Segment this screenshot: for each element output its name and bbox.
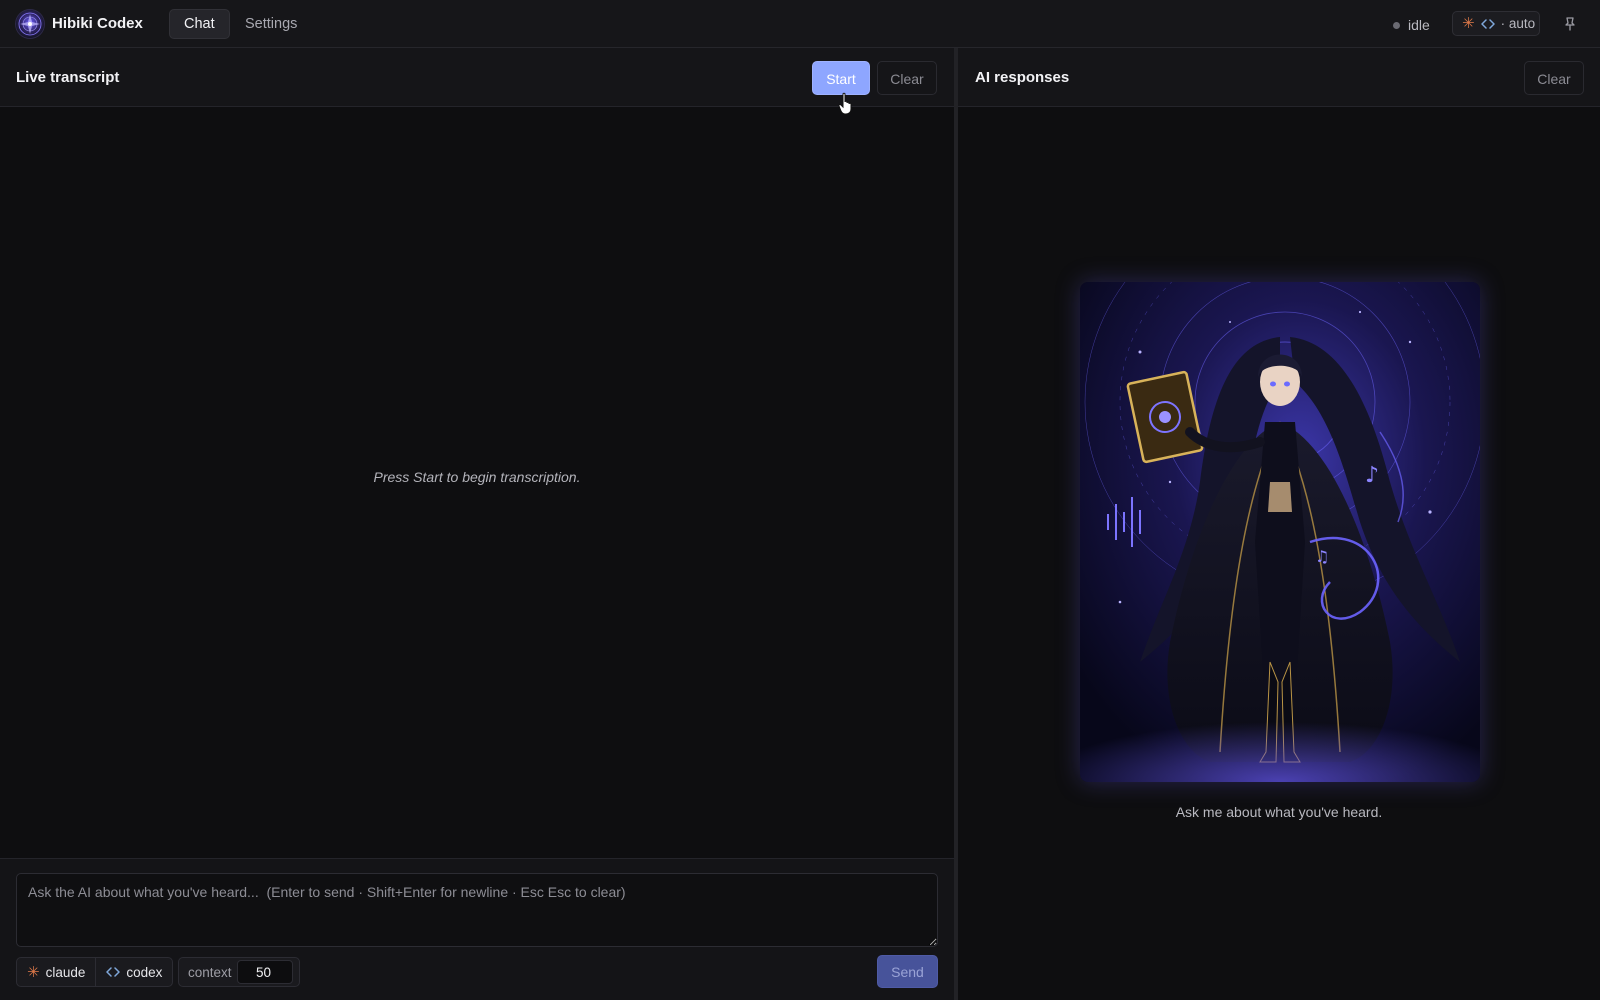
claude-asterisk-icon: ✳ (27, 963, 40, 981)
transcript-title: Live transcript (16, 69, 120, 86)
status-label: idle (1408, 17, 1430, 33)
tab-chat[interactable]: Chat (169, 9, 230, 39)
pin-icon[interactable] (1562, 16, 1578, 32)
context-label: context (188, 964, 232, 980)
transcript-pane: Live transcript Start Clear Press Start … (0, 48, 954, 1000)
context-control: context (178, 957, 300, 987)
status-indicator: idle (1393, 16, 1430, 34)
transcript-header: Live transcript Start Clear (0, 48, 954, 115)
model-codex-label: codex (126, 964, 163, 980)
ask-ai-input[interactable] (16, 873, 938, 947)
responses-title: AI responses (975, 69, 1070, 86)
pointer-cursor-icon (838, 92, 852, 115)
anime-sorceress-illustration: ♪ ♫ (1080, 282, 1480, 782)
clear-transcript-button[interactable]: Clear (877, 61, 937, 95)
code-brackets-icon (1480, 18, 1495, 29)
model-mode-button[interactable]: ✳ · auto (1452, 11, 1540, 36)
start-button[interactable]: Start (812, 61, 870, 95)
app-title: Hibiki Codex (52, 15, 143, 32)
send-button[interactable]: Send (877, 955, 938, 988)
code-brackets-icon (106, 967, 121, 977)
magic-circle-icon (16, 10, 44, 38)
mode-label: · auto (1500, 16, 1536, 31)
claude-asterisk-icon: ✳ (1462, 15, 1475, 32)
top-bar: Hibiki Codex Chat Settings idle ✳ · auto (0, 0, 1600, 48)
model-claude-button[interactable]: ✳ claude (17, 958, 95, 986)
model-selector: ✳ claude codex (16, 957, 174, 987)
composer: ✳ claude codex context Send (0, 858, 954, 1000)
responses-pane: AI responses Clear ♪ ♫ Ask me about what… (958, 48, 1600, 1000)
context-input[interactable] (237, 960, 293, 984)
status-dot (1393, 21, 1400, 29)
svg-text:♪: ♪ (1365, 463, 1379, 488)
tab-settings[interactable]: Settings (231, 9, 311, 39)
transcript-empty-message: Press Start to begin transcription. (373, 469, 581, 485)
responses-header: AI responses Clear (958, 48, 1600, 107)
clear-responses-button[interactable]: Clear (1524, 61, 1584, 95)
svg-text:♫: ♫ (1315, 547, 1329, 566)
model-codex-button[interactable]: codex (95, 958, 172, 986)
model-claude-label: claude (45, 964, 86, 980)
responses-empty-message: Ask me about what you've heard. (1175, 804, 1383, 820)
